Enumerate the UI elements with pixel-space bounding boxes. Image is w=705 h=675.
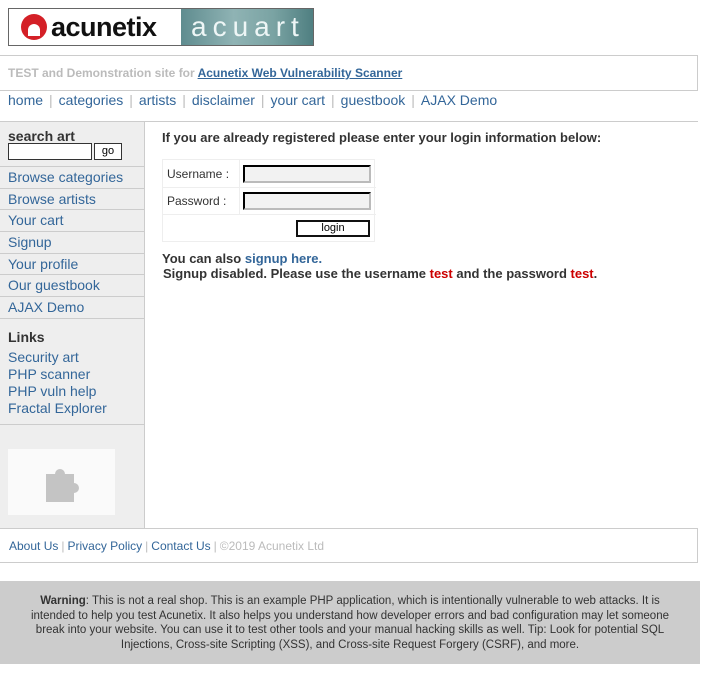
top-navigation: home | categories | artists | disclaimer | your … (0, 92, 698, 122)
search-art-title: search art (8, 128, 75, 144)
your-profile-link[interactable]: Your profile (8, 256, 78, 272)
your-cart-link[interactable]: Your cart (8, 212, 64, 228)
acunetix-wordmark: acunetix (51, 11, 157, 42)
nav-disclaimer[interactable]: disclaimer (192, 92, 255, 108)
signup-hint-prefix: You can also (162, 251, 242, 266)
sidebar-divider (0, 424, 145, 425)
links-item: Security art (8, 349, 107, 366)
missing-plugin-placeholder (8, 449, 115, 515)
password-field[interactable] (243, 192, 371, 210)
warning-banner: Warning: This is not a real shop. This i… (0, 581, 700, 664)
notice-text-2: and the password (456, 266, 567, 281)
login-button[interactable]: login (296, 220, 370, 237)
search-go-button[interactable]: go (94, 143, 122, 160)
tagline-prefix: TEST and Demonstration site for (8, 66, 195, 80)
signup-here-link[interactable]: signup here. (245, 251, 322, 266)
fractal-explorer-link[interactable]: Fractal Explorer (8, 400, 107, 416)
signup-link[interactable]: Signup (8, 234, 52, 250)
about-us-link[interactable]: About Us (9, 539, 58, 553)
php-vuln-help-link[interactable]: PHP vuln help (8, 383, 96, 399)
php-scanner-link[interactable]: PHP scanner (8, 366, 90, 382)
sidebar-item-your-profile: Your profile (0, 254, 145, 276)
notice-text-1: Signup disabled. Please use the username (163, 266, 426, 281)
test-password: test (570, 266, 594, 281)
footer: About Us | Privacy Policy | Contact Us | ©2019… (0, 528, 698, 563)
notice-end: . (593, 266, 598, 281)
nav-ajax-demo[interactable]: AJAX Demo (421, 92, 497, 108)
nav-home[interactable]: home (8, 92, 43, 108)
site-logo[interactable]: acunetix acuart (8, 8, 314, 46)
login-instructions: If you are already registered please ent… (162, 130, 602, 145)
search-input[interactable] (8, 143, 92, 160)
sidebar-item-browse-artists: Browse artists (0, 189, 145, 211)
our-guestbook-link[interactable]: Our guestbook (8, 277, 100, 293)
copyright: ©2019 Acunetix Ltd (219, 539, 325, 553)
links-list: Security art PHP scanner PHP vuln help F… (8, 349, 107, 417)
sidebar-item-our-guestbook: Our guestbook (0, 275, 145, 298)
tagline-scanner-link[interactable]: Acunetix Web Vulnerability Scanner (198, 66, 403, 80)
test-username: test (429, 266, 453, 281)
nav-artists[interactable]: artists (139, 92, 176, 108)
contact-us-link[interactable]: Contact Us (151, 539, 210, 553)
warning-label: Warning (40, 595, 86, 607)
links-item: PHP vuln help (8, 383, 107, 400)
username-label: Username : (167, 167, 230, 181)
warning-text: : This is not a real shop. This is an ex… (30, 595, 669, 651)
acunetix-logo-mark-icon (21, 14, 47, 40)
password-label: Password : (167, 194, 227, 208)
sidebar: search art go Browse categories Browse a… (0, 122, 145, 528)
links-title: Links (8, 329, 45, 345)
sidebar-menu: Browse categories Browse artists Your ca… (0, 166, 145, 319)
puzzle-piece-icon (45, 469, 79, 502)
nav-categories[interactable]: categories (59, 92, 124, 108)
signup-disabled-notice: Signup disabled. Please use the username… (163, 266, 597, 281)
signup-hint: You can also signup here. (162, 251, 322, 266)
nav-guestbook[interactable]: guestbook (341, 92, 406, 108)
nav-your-cart[interactable]: your cart (271, 92, 325, 108)
sidebar-item-ajax-demo: AJAX Demo (0, 297, 145, 319)
acunetix-logo: acunetix (9, 9, 181, 45)
sidebar-item-your-cart: Your cart (0, 210, 145, 233)
privacy-policy-link[interactable]: Privacy Policy (67, 539, 142, 553)
acuart-logo: acuart (181, 9, 313, 45)
browse-categories-link[interactable]: Browse categories (8, 169, 123, 185)
links-item: Fractal Explorer (8, 400, 107, 417)
browse-artists-link[interactable]: Browse artists (8, 191, 96, 207)
sidebar-item-signup: Signup (0, 232, 145, 254)
tagline-bar: TEST and Demonstration site for Acunetix… (0, 55, 698, 91)
acuart-wordmark: acuart (191, 11, 305, 42)
login-form: Username : Password : login (162, 159, 376, 242)
username-field[interactable] (243, 165, 371, 183)
ajax-demo-link[interactable]: AJAX Demo (8, 299, 84, 315)
security-art-link[interactable]: Security art (8, 349, 79, 365)
sidebar-item-browse-categories: Browse categories (0, 167, 145, 189)
links-item: PHP scanner (8, 366, 107, 383)
